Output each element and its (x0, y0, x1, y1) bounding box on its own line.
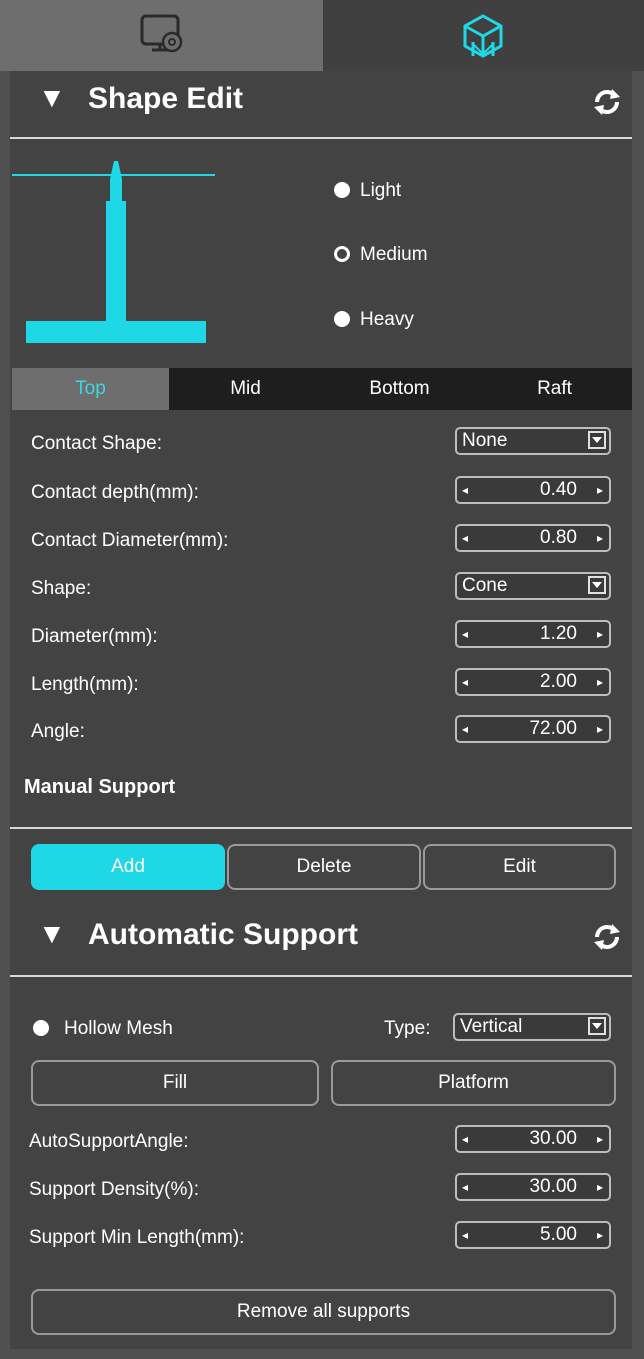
tab-raft[interactable]: Raft (477, 368, 632, 410)
contact-shape-select[interactable]: None (455, 427, 611, 455)
increment-icon[interactable]: ▸ (597, 478, 603, 502)
hollow-mesh-label: Hollow Mesh (64, 1018, 173, 1039)
automatic-support-title: Automatic Support (88, 918, 358, 951)
contact-depth-label: Contact depth(mm): (31, 482, 199, 503)
preset-heavy-label: Heavy (360, 309, 414, 330)
contact-diameter-label: Contact Diameter(mm): (31, 530, 229, 551)
decrement-icon[interactable]: ◂ (462, 1223, 468, 1247)
refresh-icon[interactable] (588, 83, 626, 121)
diameter-stepper[interactable]: ◂ 1.20 ▸ (455, 620, 611, 648)
collapse-arrow-icon[interactable]: ▼ (38, 82, 66, 114)
support-density-label: Support Density(%): (29, 1179, 200, 1200)
contact-shape-label: Contact Shape: (31, 433, 162, 454)
chevron-down-icon (588, 431, 606, 449)
remove-all-supports-button[interactable]: Remove all supports (31, 1289, 616, 1335)
length-value: 2.00 (540, 671, 577, 692)
preset-light-label: Light (360, 180, 402, 201)
platform-button[interactable]: Platform (331, 1060, 616, 1106)
tab-print-settings[interactable] (0, 0, 323, 71)
support-part-tabs: Top Mid Bottom Raft (12, 368, 632, 410)
preset-heavy-radio[interactable] (334, 311, 350, 327)
fill-button[interactable]: Fill (31, 1060, 319, 1106)
monitor-gear-icon (140, 14, 183, 53)
support-min-length-stepper[interactable]: ◂ 5.00 ▸ (455, 1221, 611, 1249)
decrement-icon[interactable]: ◂ (462, 622, 468, 646)
edit-support-button[interactable]: Edit (423, 844, 616, 890)
decrement-icon[interactable]: ◂ (462, 717, 468, 741)
length-label: Length(mm): (31, 674, 139, 695)
angle-label: Angle: (31, 721, 85, 742)
diameter-label: Diameter(mm): (31, 626, 158, 647)
increment-icon[interactable]: ▸ (597, 1223, 603, 1247)
tab-top[interactable]: Top (12, 368, 169, 410)
type-label: Type: (384, 1018, 431, 1039)
type-value: Vertical (460, 1016, 523, 1037)
shape-select[interactable]: Cone (455, 572, 611, 600)
angle-stepper[interactable]: ◂ 72.00 ▸ (455, 715, 611, 743)
divider (10, 975, 632, 977)
increment-icon[interactable]: ▸ (597, 1127, 603, 1151)
auto-support-angle-value: 30.00 (529, 1128, 577, 1149)
auto-support-angle-stepper[interactable]: ◂ 30.00 ▸ (455, 1125, 611, 1153)
tab-bottom[interactable]: Bottom (322, 368, 477, 410)
delete-support-button[interactable]: Delete (227, 844, 421, 890)
refresh-icon[interactable] (588, 918, 626, 956)
decrement-icon[interactable]: ◂ (462, 1127, 468, 1151)
contact-diameter-stepper[interactable]: ◂ 0.80 ▸ (455, 524, 611, 552)
manual-support-title: Manual Support (24, 776, 176, 798)
support-density-stepper[interactable]: ◂ 30.00 ▸ (455, 1173, 611, 1201)
increment-icon[interactable]: ▸ (597, 526, 603, 550)
collapse-arrow-icon[interactable]: ▼ (38, 918, 66, 950)
increment-icon[interactable]: ▸ (597, 1175, 603, 1199)
increment-icon[interactable]: ▸ (597, 622, 603, 646)
support-min-length-label: Support Min Length(mm): (29, 1227, 245, 1248)
decrement-icon[interactable]: ◂ (462, 1175, 468, 1199)
preset-medium-radio[interactable] (334, 246, 350, 262)
support-structure-icon (463, 14, 503, 58)
chevron-down-icon (588, 576, 606, 594)
contact-depth-stepper[interactable]: ◂ 0.40 ▸ (455, 476, 611, 504)
divider (10, 137, 632, 139)
length-stepper[interactable]: ◂ 2.00 ▸ (455, 668, 611, 696)
auto-support-angle-label: AutoSupportAngle: (29, 1131, 189, 1152)
decrement-icon[interactable]: ◂ (462, 526, 468, 550)
shape-label: Shape: (31, 578, 92, 599)
add-support-button[interactable]: Add (31, 844, 225, 890)
hollow-mesh-radio[interactable] (33, 1020, 49, 1036)
divider (10, 827, 632, 829)
support-density-value: 30.00 (529, 1176, 577, 1197)
increment-icon[interactable]: ▸ (597, 717, 603, 741)
chevron-down-icon (588, 1017, 606, 1035)
increment-icon[interactable]: ▸ (597, 670, 603, 694)
contact-depth-value: 0.40 (540, 479, 577, 500)
tab-mid[interactable]: Mid (169, 368, 322, 410)
angle-value: 72.00 (529, 718, 577, 739)
decrement-icon[interactable]: ◂ (462, 478, 468, 502)
shape-edit-title: Shape Edit (88, 82, 244, 115)
decrement-icon[interactable]: ◂ (462, 670, 468, 694)
shape-value: Cone (462, 575, 508, 596)
contact-diameter-value: 0.80 (540, 527, 577, 548)
preset-light-radio[interactable] (334, 182, 350, 198)
support-min-length-value: 5.00 (540, 1224, 577, 1245)
support-shape-diagram (12, 161, 215, 343)
preset-medium-label: Medium (360, 244, 428, 265)
tab-support[interactable] (323, 0, 644, 71)
type-select[interactable]: Vertical (453, 1013, 611, 1041)
diameter-value: 1.20 (540, 623, 577, 644)
contact-shape-value: None (462, 430, 508, 451)
